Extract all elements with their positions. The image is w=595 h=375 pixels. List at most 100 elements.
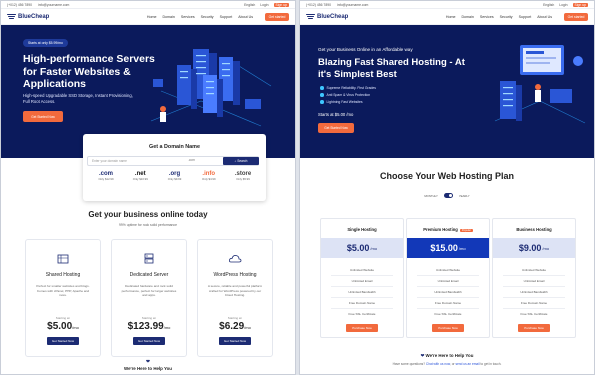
signup-link[interactable]: Sign up bbox=[572, 2, 588, 7]
card-get-started-button[interactable]: Get Started Now bbox=[219, 337, 251, 345]
price-value: $5.00 bbox=[47, 321, 73, 332]
nav-item-support[interactable]: Support bbox=[220, 15, 233, 19]
hero-price: Starts at $5.00 /mo bbox=[318, 112, 354, 117]
purchase-button[interactable]: Purchase Now bbox=[518, 324, 550, 332]
language-select[interactable]: English bbox=[244, 3, 255, 7]
bullet-text: Lightning Fast Websites bbox=[326, 100, 363, 104]
card-get-started-button[interactable]: Get Started Now bbox=[47, 337, 79, 345]
help-text: Have some questions? bbox=[392, 362, 425, 366]
get-started-nav-button[interactable]: Get started bbox=[265, 13, 289, 21]
hero-get-started-button[interactable]: Get Started Now bbox=[318, 123, 354, 133]
price-period: /mo bbox=[458, 245, 466, 251]
plan-price: $15.00/mo bbox=[407, 238, 489, 258]
desc-line: more. bbox=[59, 293, 67, 298]
domain-search-label: Search bbox=[237, 159, 248, 163]
hero-subtitle-line: High-speed Upgradable SSD Storage, Insta… bbox=[23, 93, 133, 98]
desc-line: Dedicated hardware and rock solid bbox=[125, 284, 173, 288]
help-title: We're Here to Help You bbox=[124, 366, 172, 371]
feature-bullet: Supreme Reliability. First Grades bbox=[320, 86, 376, 90]
tld-price: Only $9.99 bbox=[167, 177, 182, 181]
help-text: , or bbox=[450, 362, 455, 366]
right-page: (+012) 456 7890 info@yourname.com Englis… bbox=[299, 0, 595, 375]
plan-name: Single Hosting bbox=[347, 227, 377, 232]
left-page: (+012) 456 7890 info@yourname.com Englis… bbox=[0, 0, 296, 375]
tld-price: Only $10.99 bbox=[132, 177, 148, 181]
popular-badge: Popular bbox=[459, 229, 473, 232]
divider bbox=[503, 308, 565, 309]
plan-feature: Unlimited Bandwidth bbox=[348, 290, 376, 294]
logo-text: BlueCheap bbox=[317, 13, 349, 20]
hero-get-started-button[interactable]: Get Started Now bbox=[23, 111, 63, 122]
top-bar: (+012) 456 7890 info@yourname.com Englis… bbox=[1, 1, 295, 9]
nav-item-home[interactable]: Home bbox=[446, 15, 456, 19]
plan-price: $5.00/mo bbox=[321, 238, 403, 258]
billing-toggle[interactable]: MONTHLY YEARLY bbox=[300, 193, 594, 198]
get-started-nav-button[interactable]: Get started bbox=[564, 13, 588, 21]
card-title: Dedicated Server bbox=[129, 272, 169, 278]
phone-text: (+012) 456 7890 bbox=[306, 2, 331, 7]
logo[interactable]: BlueCheap bbox=[7, 13, 49, 20]
price-period: /mo bbox=[72, 325, 79, 330]
dedicated-server-card: Dedicated Server Dedicated hardware and … bbox=[111, 239, 187, 357]
nav-item-support[interactable]: Support bbox=[519, 15, 532, 19]
signup-link[interactable]: Sign up bbox=[273, 2, 289, 7]
logo[interactable]: BlueCheap bbox=[306, 13, 349, 20]
monthly-label[interactable]: MONTHLY bbox=[424, 194, 437, 198]
chat-link[interactable]: Chat with us now bbox=[426, 362, 450, 366]
nav-item-security[interactable]: Security bbox=[201, 15, 214, 19]
tld-price: Only $12.99 bbox=[98, 177, 114, 181]
card-description: Perfect for smaller websites and blogs. C… bbox=[34, 284, 92, 298]
main-nav: BlueCheap Home Domain Services Security … bbox=[300, 9, 594, 25]
price-value: $9.00 bbox=[518, 243, 542, 253]
purchase-button[interactable]: Purchase Now bbox=[346, 324, 378, 332]
nav-item-domain[interactable]: Domain bbox=[461, 15, 473, 19]
plan-feature: Free Domain Name bbox=[434, 301, 462, 305]
login-link[interactable]: Login bbox=[260, 3, 268, 7]
domain-search-button[interactable]: ⌕ Search bbox=[223, 157, 259, 165]
nav-item-about[interactable]: About Us bbox=[537, 15, 552, 19]
starting-label: Starting at: bbox=[55, 316, 71, 320]
nav-menu: Home Domain Services Security Support Ab… bbox=[147, 15, 253, 19]
hero-subtitle-line: Full Root Access. bbox=[23, 98, 56, 104]
phone-text: (+012) 456 7890 bbox=[7, 2, 32, 7]
plan-name: Business Hosting bbox=[516, 227, 552, 232]
plan-name: Premium Hosting Popular bbox=[407, 227, 489, 232]
nav-item-domain[interactable]: Domain bbox=[162, 15, 174, 19]
price-period: /mo bbox=[163, 325, 171, 330]
plan-feature: Free SSL Certificate bbox=[348, 312, 376, 316]
language-select[interactable]: English bbox=[543, 3, 554, 7]
billing-switch[interactable] bbox=[443, 193, 453, 198]
hero-title: Blazing Fast Shared Hosting - At it's Si… bbox=[318, 57, 465, 80]
domain-box-title: Get a Domain Name bbox=[149, 144, 200, 150]
nav-item-about[interactable]: About Us bbox=[238, 15, 253, 19]
plan-feature: Unlimited Bandwidth bbox=[520, 290, 548, 294]
nav-item-services[interactable]: Services bbox=[480, 15, 494, 19]
nav-item-services[interactable]: Services bbox=[181, 15, 195, 19]
section-subtitle: 99% uptime for rock solid performance bbox=[118, 223, 178, 227]
help-subtitle: Have some questions? Chat with us now, o… bbox=[300, 362, 594, 366]
tld-item: .net Only $10.99 bbox=[127, 171, 153, 181]
tld-select[interactable]: .com bbox=[188, 158, 195, 162]
divider bbox=[417, 275, 479, 276]
email-link[interactable]: send us an email bbox=[456, 362, 480, 366]
hero-title-line: for Faster Websites & bbox=[23, 65, 131, 78]
nav-item-home[interactable]: Home bbox=[147, 15, 157, 19]
email-text[interactable]: info@yourname.com bbox=[337, 3, 368, 7]
email-text[interactable]: info@yourname.com bbox=[38, 3, 69, 7]
plan-name-text: Premium Hosting bbox=[423, 227, 458, 232]
price-value: $6.29 bbox=[219, 321, 245, 332]
plan-feature: Unlimited Bandwidth bbox=[434, 290, 462, 294]
nav-item-security[interactable]: Security bbox=[500, 15, 513, 19]
tld-item: .com Only $12.99 bbox=[93, 171, 119, 181]
card-title: WordPress Hosting bbox=[213, 272, 257, 278]
price-value: $15.00 bbox=[430, 243, 458, 253]
plan-price: $9.00/mo bbox=[493, 238, 575, 258]
purchase-button[interactable]: Purchase Now bbox=[432, 324, 464, 332]
card-get-started-button[interactable]: Get Started Now bbox=[133, 337, 165, 345]
starting-label: Starting at: bbox=[227, 316, 243, 320]
section-title: Get your business online today bbox=[88, 210, 208, 219]
plan-feature: Free Domain Name bbox=[348, 301, 376, 305]
price-value: $123.99 bbox=[127, 321, 164, 332]
login-link[interactable]: Login bbox=[559, 3, 567, 7]
yearly-label[interactable]: YEARLY bbox=[459, 194, 470, 198]
